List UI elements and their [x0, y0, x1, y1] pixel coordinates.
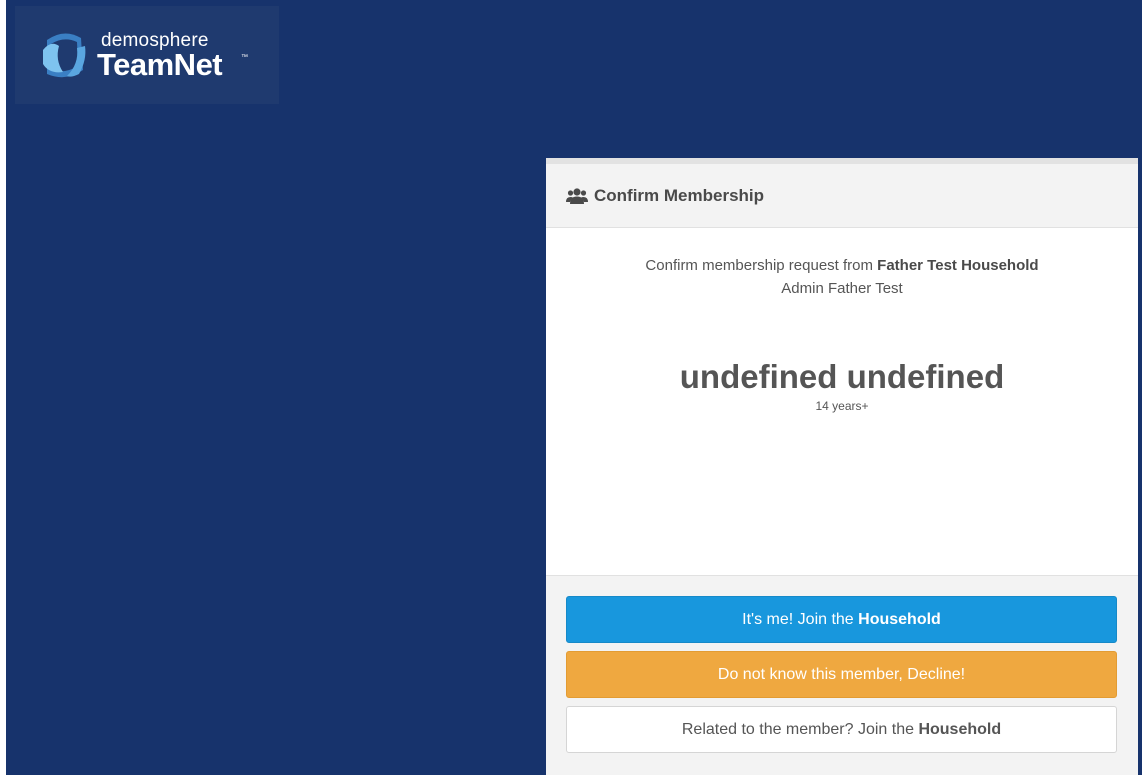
demosphere-logo-icon	[43, 33, 86, 78]
member-age: 14 years+	[815, 399, 869, 413]
confirm-membership-panel: Confirm Membership Confirm membership re…	[546, 158, 1138, 775]
household-name: Father Test Household	[877, 257, 1039, 274]
panel-footer: It's me! Join the Household Do not know …	[546, 575, 1138, 775]
users-icon	[566, 187, 588, 204]
join-button-prefix: It's me! Join the	[742, 611, 854, 628]
request-message: Confirm membership request from Father T…	[546, 254, 1138, 277]
member-name: undefined undefined	[679, 358, 1005, 395]
join-household-button[interactable]: It's me! Join the Household	[566, 596, 1117, 643]
related-button-strong: Household	[918, 721, 1002, 738]
panel-title: Confirm Membership	[594, 185, 765, 205]
brand-line2: TeamNet	[97, 47, 223, 82]
admin-line: Admin Father Test	[781, 280, 903, 297]
decline-button[interactable]: Do not know this member, Decline!	[566, 651, 1117, 698]
brand-logo[interactable]: demosphere TeamNet ™	[15, 6, 279, 104]
panel-body: Confirm membership request from Father T…	[546, 228, 1138, 575]
request-prefix: Confirm membership request from	[645, 257, 873, 274]
related-button-prefix: Related to the member? Join the	[681, 721, 914, 738]
join-button-strong: Household	[858, 611, 941, 628]
panel-header: Confirm Membership	[546, 164, 1138, 228]
related-join-button[interactable]: Related to the member? Join the Househol…	[566, 706, 1117, 753]
brand-trademark: ™	[241, 54, 248, 61]
